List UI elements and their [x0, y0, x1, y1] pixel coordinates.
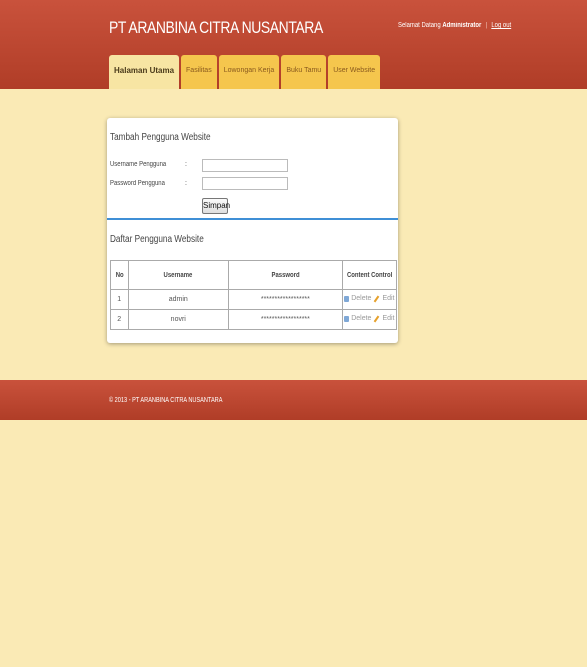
tab-halaman-utama[interactable]: Halaman Utama: [109, 55, 180, 89]
column-header-password: Password: [228, 260, 343, 290]
column-header-username: Username: [127, 260, 230, 290]
list-title: Daftar Pengguna Website: [110, 234, 204, 245]
column-header-content-control: Content Control: [341, 260, 398, 290]
welcome-text: Selamat Datang Administrator | Log out: [398, 22, 511, 29]
column-header-no: No: [110, 260, 129, 290]
username-input[interactable]: [202, 159, 288, 172]
tab-lowongan-kerja[interactable]: Lowongan Kerja: [218, 55, 280, 89]
password-input[interactable]: [202, 177, 288, 190]
column-header-password-label: Password: [271, 271, 300, 279]
copyright-text: © 2013 - PT ARANBINA CITRA NUSANTARA: [109, 397, 223, 404]
column-header-no-label: No: [115, 271, 124, 279]
trash-icon[interactable]: [344, 315, 350, 322]
welcome-prefix: Selamat Datang: [398, 22, 441, 29]
users-table: No Username Password Content Control 1 a…: [110, 260, 398, 330]
section-divider: [107, 218, 398, 220]
tab-fasilitas[interactable]: Fasilitas: [181, 55, 217, 89]
table-header-row: No Username Password Content Control: [110, 260, 398, 290]
column-header-content-control-label: Content Control: [346, 271, 392, 279]
main-nav: Halaman Utama Fasilitas Lowongan Kerja B…: [109, 55, 381, 89]
row-content-control: Delete Edit: [341, 309, 398, 330]
pencil-icon[interactable]: [374, 315, 380, 323]
site-title: PT ARANBINA CITRA NUSANTARA: [109, 18, 323, 37]
username-colon: :: [185, 161, 187, 168]
row-actions: Delete Edit: [344, 315, 395, 323]
content-panel: Tambah Pengguna Website Username Penggun…: [107, 118, 398, 343]
row-no: 1: [110, 289, 129, 310]
tab-buku-tamu[interactable]: Buku Tamu: [281, 55, 327, 89]
table-row: 2 novri ****************** Delete Edit: [110, 309, 398, 330]
row-password: ******************: [228, 289, 343, 310]
row-password: ******************: [228, 309, 343, 330]
edit-link[interactable]: Edit: [382, 295, 394, 302]
delete-link[interactable]: Delete: [351, 295, 371, 302]
row-content-control: Delete Edit: [341, 289, 398, 310]
pencil-icon[interactable]: [374, 295, 380, 303]
username-label: Username Pengguna: [110, 161, 167, 168]
column-header-username-label: Username: [163, 271, 193, 279]
user-name: Administrator: [442, 22, 482, 29]
save-button[interactable]: Simpan: [202, 198, 230, 214]
table-row: 1 admin ****************** Delete Edit: [110, 289, 398, 310]
header-bar: PT ARANBINA CITRA NUSANTARA Selamat Data…: [0, 0, 587, 89]
row-username: novri: [127, 309, 230, 330]
password-label: Password Pengguna: [110, 180, 165, 187]
tab-user-website[interactable]: User Website: [328, 55, 381, 89]
row-actions: Delete Edit: [344, 295, 395, 303]
footer-bar: © 2013 - PT ARANBINA CITRA NUSANTARA: [0, 380, 587, 420]
row-username: admin: [127, 289, 230, 310]
welcome-separator: |: [485, 22, 488, 29]
logout-link[interactable]: Log out: [491, 22, 511, 29]
form-title: Tambah Pengguna Website: [110, 132, 211, 143]
delete-link[interactable]: Delete: [351, 315, 371, 322]
trash-icon[interactable]: [344, 295, 350, 302]
password-colon: :: [185, 180, 187, 187]
edit-link[interactable]: Edit: [382, 315, 394, 322]
row-no: 2: [110, 309, 129, 330]
